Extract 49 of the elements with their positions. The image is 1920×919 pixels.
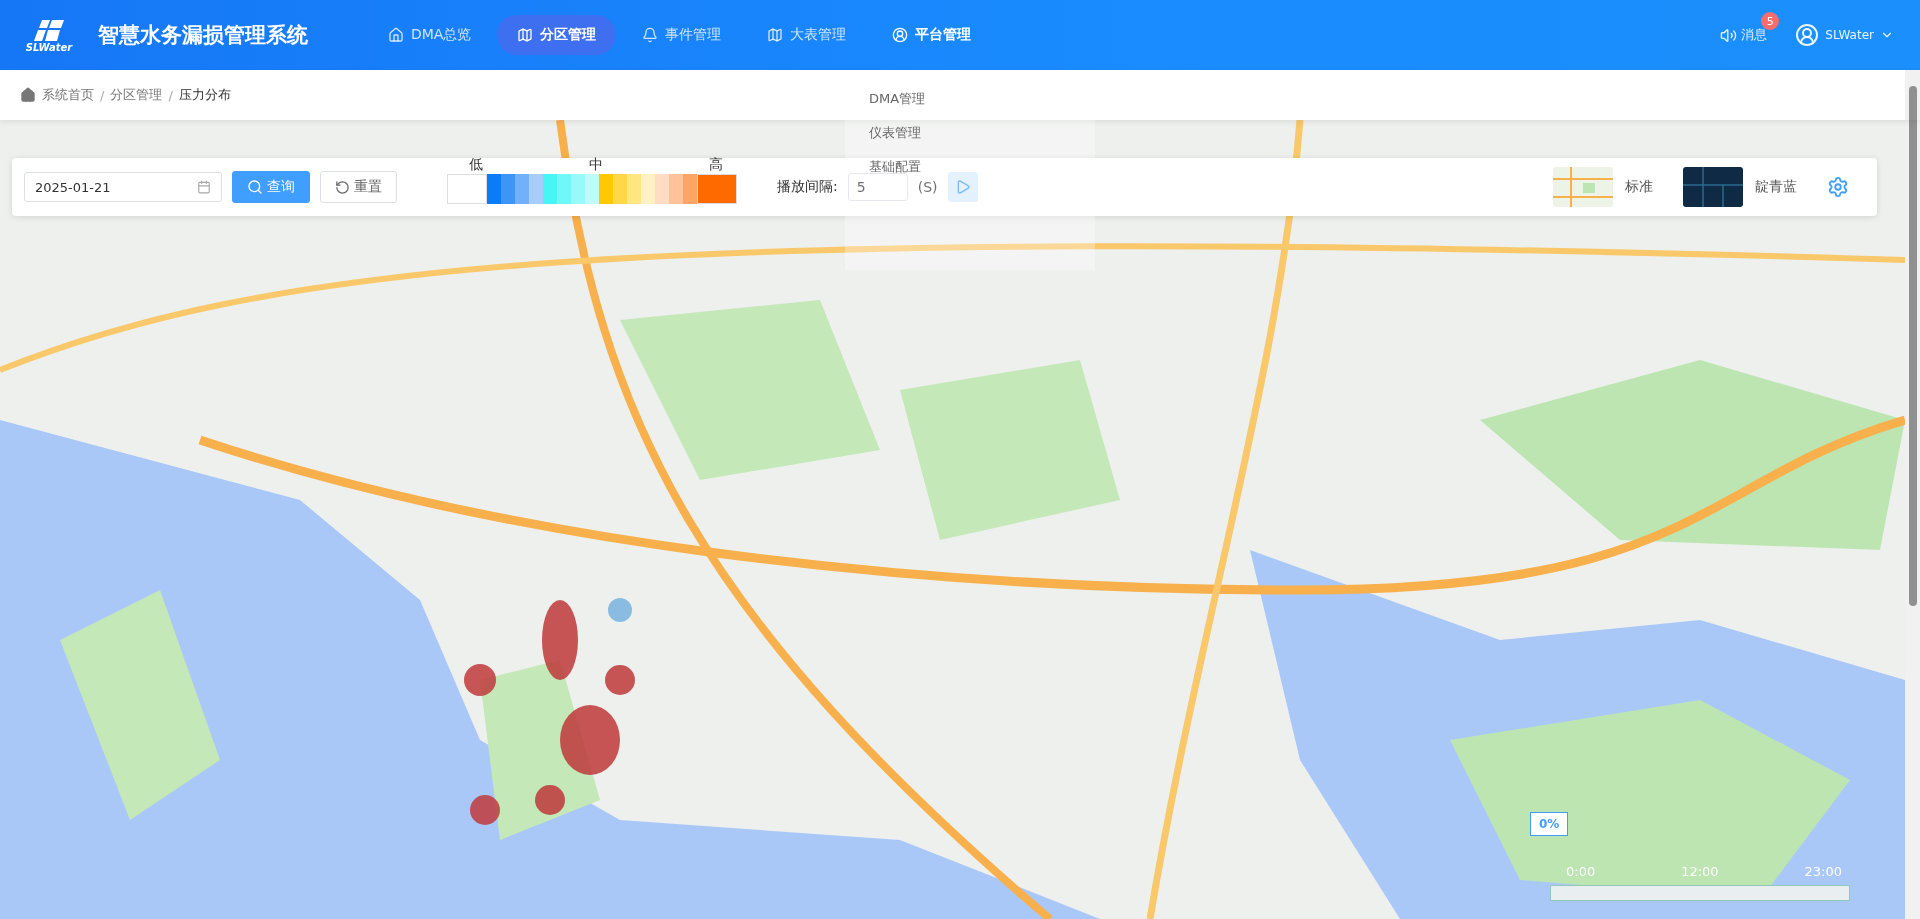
breadcrumb-separator: / (100, 87, 105, 103)
layer-option[interactable]: 标准 (1553, 167, 1653, 207)
breadcrumb-separator: / (168, 87, 173, 103)
calendar-icon (197, 180, 211, 194)
nav-tab[interactable]: 事件管理 (622, 15, 742, 55)
interval-label: 播放间隔: (777, 178, 838, 196)
user-icon (892, 27, 909, 43)
date-field[interactable]: 2025-01-21 (24, 172, 222, 202)
avatar-icon (1795, 23, 1820, 47)
time-label: 0:00 (1566, 864, 1596, 879)
scrollbar[interactable] (1905, 70, 1920, 919)
play-button[interactable] (947, 172, 978, 202)
user-menu[interactable]: SLWater (1795, 23, 1894, 47)
app-title: 智慧水务漏损管理系统 (98, 22, 309, 49)
nav-tab[interactable]: 平台管理 (872, 15, 992, 55)
progress-tooltip: 0% (1530, 812, 1569, 836)
home-icon (388, 27, 404, 43)
bell-icon (642, 27, 659, 43)
logo-text: SLWater (25, 41, 73, 53)
search-icon (247, 179, 263, 195)
progress-track[interactable] (1550, 885, 1850, 901)
home-icon (20, 87, 36, 103)
nav-tab[interactable]: 分区管理 (497, 15, 617, 55)
interval-field[interactable]: 5 (847, 173, 908, 201)
count-badge: 5 (1761, 12, 1780, 30)
reset-button[interactable]: 重置 (320, 171, 397, 203)
logo-icon (32, 17, 66, 42)
reset-icon (335, 179, 350, 195)
breadcrumb-item: 压力分布 (178, 86, 231, 104)
speaker-icon (1720, 26, 1738, 44)
nav-tab[interactable]: 大表管理 (747, 15, 867, 55)
query-button[interactable]: 查询 (232, 171, 310, 203)
map-thumbnail-icon (1683, 167, 1743, 207)
legend-label: 低 (469, 156, 483, 174)
breadcrumb-item[interactable]: 分区管理 (110, 86, 163, 104)
unit-label: (S) (917, 179, 938, 195)
time-label: 23:00 (1804, 864, 1842, 879)
map-icon (517, 27, 534, 43)
layer-option[interactable]: 靛青蓝 (1683, 167, 1797, 207)
menu-item[interactable]: 仪表管理 (845, 116, 1095, 150)
nav-tab[interactable]: DMA总览 (368, 15, 492, 55)
map-icon (767, 27, 784, 43)
time-label: 12:00 (1681, 864, 1719, 879)
settings-icon[interactable] (1827, 176, 1849, 198)
menu-item[interactable]: DMA管理 (845, 82, 1095, 116)
map-thumbnail-icon (1553, 167, 1613, 207)
legend-label: 高 (709, 156, 723, 174)
legend-label: 中 (589, 156, 603, 174)
breadcrumb-item[interactable]: 系统首页 (42, 86, 94, 104)
